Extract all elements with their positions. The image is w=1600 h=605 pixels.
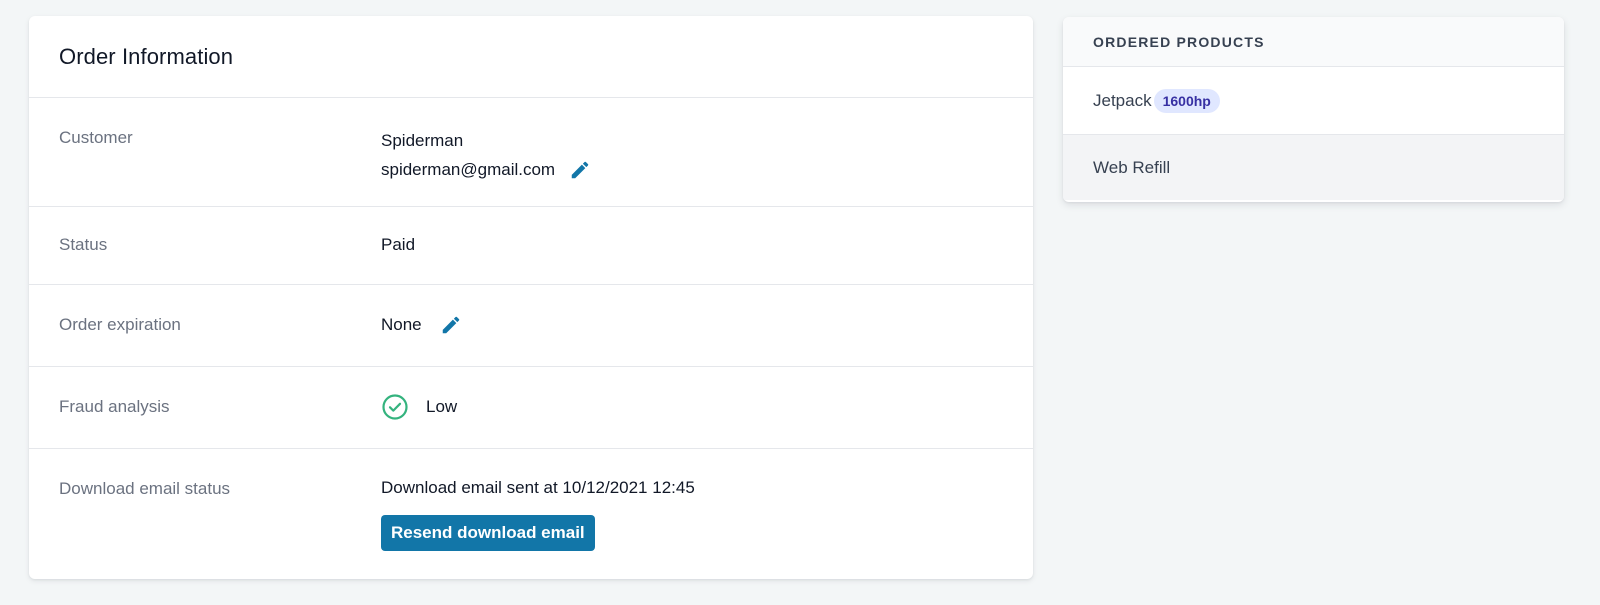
customer-name: Spiderman <box>381 130 464 150</box>
product-name: Web Refill <box>1093 157 1171 177</box>
edit-expiration-pencil-icon[interactable] <box>438 312 464 338</box>
customer-label: Customer <box>59 128 133 147</box>
fraud-analysis-row: Fraud analysis Low <box>29 367 1033 449</box>
resend-download-email-button[interactable]: Resend download email <box>381 515 595 551</box>
order-expiration-value: None <box>381 310 464 339</box>
download-email-status-row: Download email status Download email sen… <box>29 449 1033 577</box>
ordered-products-card: Ordered products Jetpack 1600hp Web Refi… <box>1063 17 1564 202</box>
edit-customer-pencil-icon[interactable] <box>567 157 593 183</box>
download-email-status-text: Download email sent at 10/12/2021 12:45 <box>381 478 695 497</box>
product-item-web-refill[interactable]: Web Refill <box>1063 134 1564 200</box>
ordered-products-title: Ordered products <box>1093 33 1265 50</box>
check-circle-icon <box>381 393 409 421</box>
customer-email: spiderman@gmail.com <box>381 159 556 179</box>
order-expiration-row: Order expiration None <box>29 285 1033 367</box>
status-value: Paid <box>381 235 416 254</box>
order-header: Order Information <box>29 16 1033 98</box>
fraud-analysis-label: Fraud analysis <box>59 397 170 416</box>
product-badge: 1600hp <box>1153 88 1220 113</box>
order-title: Order Information <box>59 43 234 69</box>
product-name: Jetpack <box>1093 90 1152 110</box>
page: Order Information Customer Spiderman spi… <box>0 0 1600 605</box>
order-expiration-text: None <box>381 314 422 334</box>
fraud-analysis-value: Low <box>381 393 457 421</box>
order-expiration-label: Order expiration <box>59 315 181 334</box>
ordered-products-header: Ordered products <box>1063 17 1564 67</box>
download-email-status-label: Download email status <box>59 479 231 498</box>
customer-value: Spiderman spiderman@gmail.com <box>381 126 593 184</box>
product-item-jetpack[interactable]: Jetpack 1600hp <box>1063 67 1564 134</box>
customer-email-line: spiderman@gmail.com <box>381 155 593 184</box>
customer-row: Customer Spiderman spiderman@gmail.com <box>29 98 1033 207</box>
download-email-status-value: Download email sent at 10/12/2021 12:45 … <box>381 477 695 551</box>
fraud-analysis-text: Low <box>426 397 458 416</box>
status-row: Status Paid <box>29 207 1033 285</box>
order-information-card: Order Information Customer Spiderman spi… <box>29 16 1033 579</box>
status-label: Status <box>59 235 108 254</box>
